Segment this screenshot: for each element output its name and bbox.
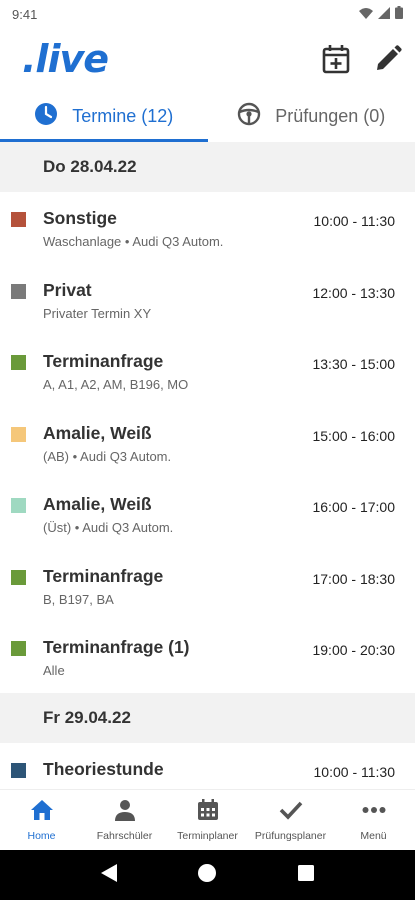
appointment-subtitle: B, B197, BA [43, 591, 114, 607]
steering-wheel-icon [237, 102, 261, 131]
appointment-title: Terminanfrage (1) [43, 637, 190, 657]
appointment-item[interactable]: Amalie, Weiß (Üst) • Audi Q3 Autom. 16:0… [0, 478, 415, 550]
check-icon [279, 799, 303, 824]
category-color [11, 498, 26, 513]
tab-pruefungen[interactable]: Prüfungen (0) [208, 90, 415, 142]
appointment-title: Amalie, Weiß [43, 494, 152, 514]
appointment-subtitle: Waschanlage • Audi Q3 Autom. [43, 234, 224, 249]
nav-label: Prüfungsplaner [254, 829, 327, 842]
appointment-item[interactable]: Amalie, Weiß (AB) • Audi Q3 Autom. 15:00… [0, 407, 415, 479]
person-icon [114, 799, 136, 824]
nav-label: Menü [360, 829, 387, 842]
appointment-item[interactable]: Theoriestunde 10:00 - 11:30 [0, 743, 415, 790]
appointment-time: 16:00 - 17:00 [312, 499, 395, 515]
category-color [11, 569, 26, 585]
battery-icon [395, 6, 403, 22]
day-header: Do 28.04.22 [0, 142, 415, 192]
more-icon [362, 799, 386, 824]
appointment-item[interactable]: Terminanfrage (1) Alle 19:00 - 20:30 [0, 621, 415, 693]
app-bar: .live [0, 28, 415, 90]
appointment-time: 10:00 - 11:30 [313, 763, 395, 780]
calendar-icon [197, 798, 219, 824]
status-icons [359, 6, 403, 22]
appointment-title: Terminanfrage [43, 565, 164, 586]
appointment-time: 19:00 - 20:30 [312, 642, 395, 658]
category-color [11, 426, 26, 442]
appointment-list[interactable]: Do 28.04.22 Sonstige Waschanlage • Audi … [0, 142, 415, 789]
clock-icon [34, 102, 58, 131]
tab-bar: Termine (12) Prüfungen (0) [0, 90, 415, 142]
edit-icon[interactable] [373, 44, 403, 74]
tab-label: Prüfungen (0) [275, 105, 386, 126]
nav-terminplaner[interactable]: Terminplaner [166, 790, 249, 850]
appointment-item[interactable]: Terminanfrage A, A1, A2, AM, B196, MO 13… [0, 335, 415, 407]
appointment-item[interactable]: Privat Privater Termin XY 12:00 - 13:30 [0, 264, 415, 336]
nav-fahrschueler[interactable]: Fahrschüler [83, 790, 166, 850]
signal-icon [378, 6, 390, 22]
nav-label: Terminplaner [177, 829, 238, 842]
appointment-subtitle: Alle [43, 663, 65, 678]
status-time: 9:41 [12, 6, 38, 22]
appointment-title: Privat [43, 279, 92, 300]
tab-label: Termine (12) [72, 105, 174, 126]
appointment-item[interactable]: Sonstige Waschanlage • Audi Q3 Autom. 10… [0, 192, 415, 264]
appointment-subtitle: (AB) • Audi Q3 Autom. [43, 448, 172, 464]
tab-termine[interactable]: Termine (12) [0, 90, 208, 142]
recents-icon[interactable] [297, 864, 315, 887]
appointment-subtitle: A, A1, A2, AM, B196, MO [43, 377, 189, 392]
category-color [11, 355, 26, 370]
nav-label: Home [27, 829, 56, 842]
status-bar: 9:41 [0, 0, 415, 28]
appointment-time: 13:30 - 15:00 [312, 356, 395, 372]
appointment-subtitle: (Üst) • Audi Q3 Autom. [43, 520, 174, 535]
system-nav-bar [0, 850, 415, 900]
day-header: Fr 29.04.22 [0, 692, 415, 743]
appointment-time: 17:00 - 18:30 [312, 570, 395, 587]
category-color [11, 641, 26, 656]
category-color [11, 762, 26, 778]
nav-pruefungsplaner[interactable]: Prüfungsplaner [249, 790, 332, 850]
appointment-subtitle: Privater Termin XY [43, 305, 152, 321]
app-logo: .live [22, 37, 109, 81]
appointment-title: Amalie, Weiß [43, 422, 152, 443]
wifi-icon [359, 7, 373, 22]
appointment-title: Sonstige [43, 208, 117, 228]
appointment-time: 10:00 - 11:30 [313, 213, 395, 229]
bottom-nav: Home Fahrschüler Terminplaner Prüfungspl… [0, 789, 415, 850]
nav-menu[interactable]: Menü [332, 790, 415, 850]
appointment-title: Terminanfrage [43, 351, 164, 371]
appointment-time: 15:00 - 16:00 [312, 427, 395, 444]
appointment-item[interactable]: Terminanfrage B, B197, BA 17:00 - 18:30 [0, 550, 415, 622]
nav-home[interactable]: Home [0, 790, 83, 850]
appointment-time: 12:00 - 13:30 [312, 284, 395, 301]
back-icon[interactable] [100, 863, 118, 888]
home-icon [30, 799, 54, 824]
add-appointment-icon[interactable] [321, 44, 351, 74]
home-circle-icon[interactable] [197, 863, 217, 888]
appointment-title: Theoriestunde [43, 758, 164, 779]
category-color [11, 212, 26, 227]
category-color [11, 283, 26, 299]
nav-label: Fahrschüler [96, 829, 153, 842]
